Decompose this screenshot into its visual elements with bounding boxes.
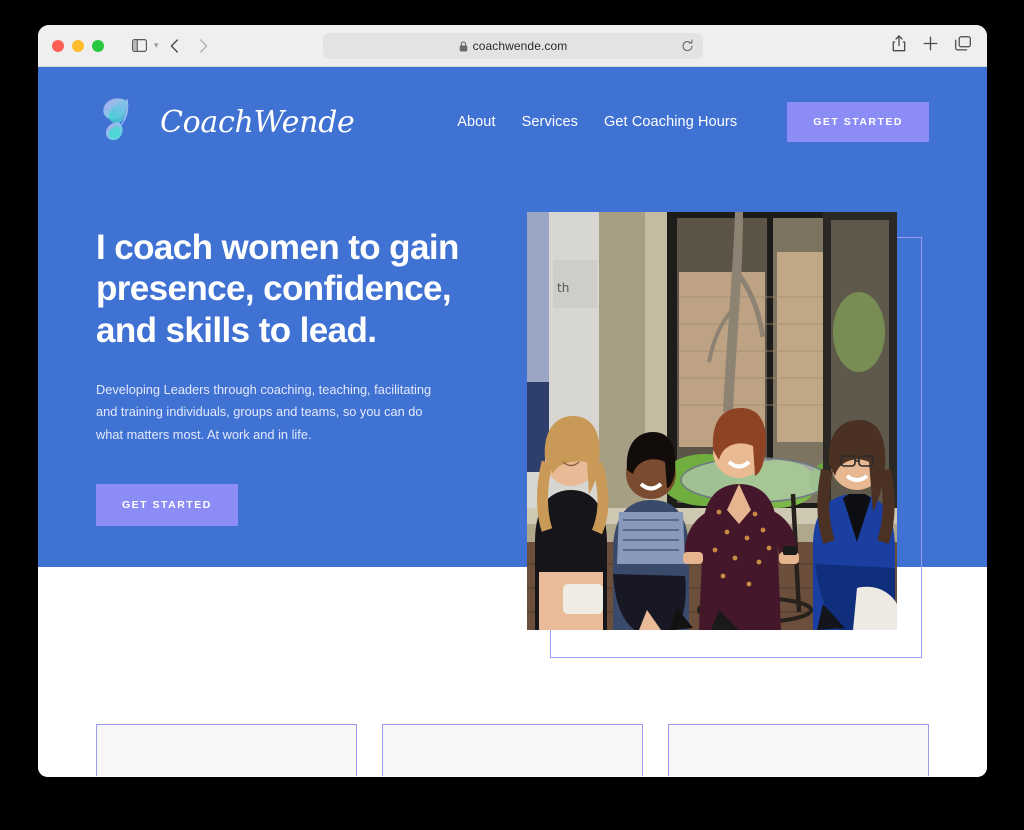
nav-link-about[interactable]: About	[457, 114, 495, 130]
nav-get-started-button[interactable]: GET STARTED	[787, 102, 929, 142]
close-window-button[interactable]	[52, 39, 64, 52]
butterfly-logo-icon	[96, 94, 154, 151]
site-logo[interactable]: CoachWende	[96, 94, 355, 151]
feature-card-leadership[interactable]: Grow Leadership Presence	[668, 724, 929, 776]
hero-photo: th	[527, 212, 897, 630]
plus-icon[interactable]	[923, 36, 938, 56]
minimize-window-button[interactable]	[72, 39, 84, 52]
address-bar[interactable]: coachwende.com	[323, 33, 703, 59]
site-logo-text: CoachWende	[160, 104, 355, 140]
hero-get-started-button[interactable]: GET STARTED	[96, 484, 238, 527]
browser-window: ▾ coachwende.com CoachWende About Servic…	[38, 25, 987, 777]
toolbar-nav-group: ▾	[126, 33, 217, 59]
lock-icon	[459, 40, 468, 52]
hero-subtitle: Developing Leaders through coaching, tea…	[96, 381, 432, 442]
chevron-down-icon[interactable]: ▾	[154, 40, 159, 51]
tab-overview-icon[interactable]	[955, 35, 971, 56]
share-icon[interactable]	[892, 34, 906, 57]
toolbar-right-group	[892, 34, 971, 57]
reload-icon[interactable]	[681, 39, 694, 53]
forward-chevron-icon[interactable]	[191, 33, 217, 59]
maximize-window-button[interactable]	[92, 39, 104, 52]
svg-text:th: th	[557, 281, 569, 295]
nav-link-get-coaching-hours[interactable]: Get Coaching Hours	[604, 114, 737, 130]
feature-card-purpose[interactable]: Live and Work with Purpose	[96, 724, 357, 776]
page-viewport: CoachWende About Services Get Coaching H…	[38, 67, 987, 776]
window-controls	[38, 39, 104, 52]
feature-card-confidence[interactable]: Gain Confidence	[382, 724, 643, 776]
sidebar-toggle-icon[interactable]	[126, 33, 152, 59]
site-header: CoachWende About Services Get Coaching H…	[38, 67, 987, 177]
browser-toolbar: ▾ coachwende.com	[38, 25, 987, 67]
hero-section: CoachWende About Services Get Coaching H…	[38, 67, 987, 658]
feature-cards: Live and Work with Purpose Gain Confiden…	[96, 724, 929, 776]
url-text: coachwende.com	[472, 39, 568, 53]
nav-link-services[interactable]: Services	[522, 114, 578, 130]
back-chevron-icon[interactable]	[162, 33, 188, 59]
hero-title: I coach women to gain presence, confiden…	[96, 228, 459, 350]
site-navigation: About Services Get Coaching Hours GET ST…	[457, 102, 929, 142]
hero-copy: I coach women to gain presence, confiden…	[96, 227, 516, 527]
